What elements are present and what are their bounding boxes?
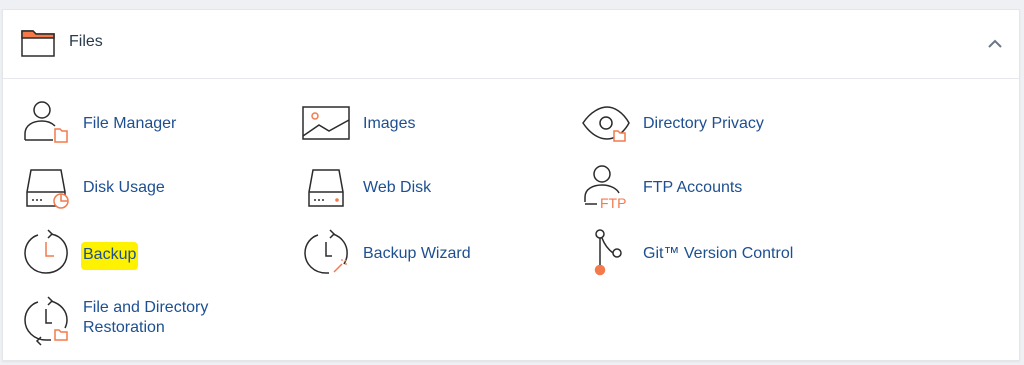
backup-wizard-label: Backup Wizard	[363, 245, 471, 262]
backup-label: Backup	[81, 242, 139, 270]
backup-wizard-icon	[304, 229, 348, 274]
directory-privacy-link[interactable]: Directory Privacy	[581, 98, 821, 148]
file-dir-restoration-label-line1: File and Directory	[83, 299, 209, 316]
chevron-up-icon[interactable]	[985, 36, 1005, 52]
git-version-control-label: Git™ Version Control	[643, 245, 794, 262]
web-disk-icon	[308, 169, 344, 207]
images-link[interactable]: Images	[301, 98, 541, 148]
file-manager-link[interactable]: File Manager	[21, 98, 261, 148]
disk-usage-label: Disk Usage	[83, 179, 165, 196]
restoration-icon	[24, 296, 68, 346]
images-label: Images	[363, 115, 416, 132]
directory-privacy-label: Directory Privacy	[643, 115, 764, 132]
images-icon	[302, 106, 350, 140]
backup-link[interactable]: Backup	[21, 228, 261, 278]
ftp-icon-text: FTP	[600, 195, 626, 211]
web-disk-link[interactable]: Web Disk	[301, 162, 541, 212]
file-manager-label: File Manager	[83, 115, 177, 132]
files-panel: Files File Manager Images Directory Priv…	[2, 9, 1020, 361]
directory-privacy-icon	[582, 106, 630, 142]
section-title: Files	[69, 33, 103, 50]
backup-icon	[24, 229, 68, 274]
ftp-accounts-icon: FTP	[584, 165, 626, 211]
file-dir-restoration-label-line2: Restoration	[83, 319, 165, 336]
file-manager-icon	[24, 101, 68, 143]
folder-icon	[21, 30, 55, 57]
ftp-accounts-label: FTP Accounts	[643, 179, 743, 196]
git-icon	[594, 229, 622, 276]
web-disk-label: Web Disk	[363, 179, 432, 196]
disk-usage-icon	[26, 169, 69, 209]
git-version-control-link[interactable]: Git™ Version Control	[581, 228, 821, 278]
file-dir-restoration-link[interactable]: File and Directory Restoration	[21, 292, 261, 347]
backup-wizard-link[interactable]: Backup Wizard	[301, 228, 541, 278]
files-section-header[interactable]: Files	[3, 10, 1019, 79]
ftp-accounts-link[interactable]: FTP FTP Accounts	[581, 162, 821, 212]
disk-usage-link[interactable]: Disk Usage	[21, 162, 261, 212]
